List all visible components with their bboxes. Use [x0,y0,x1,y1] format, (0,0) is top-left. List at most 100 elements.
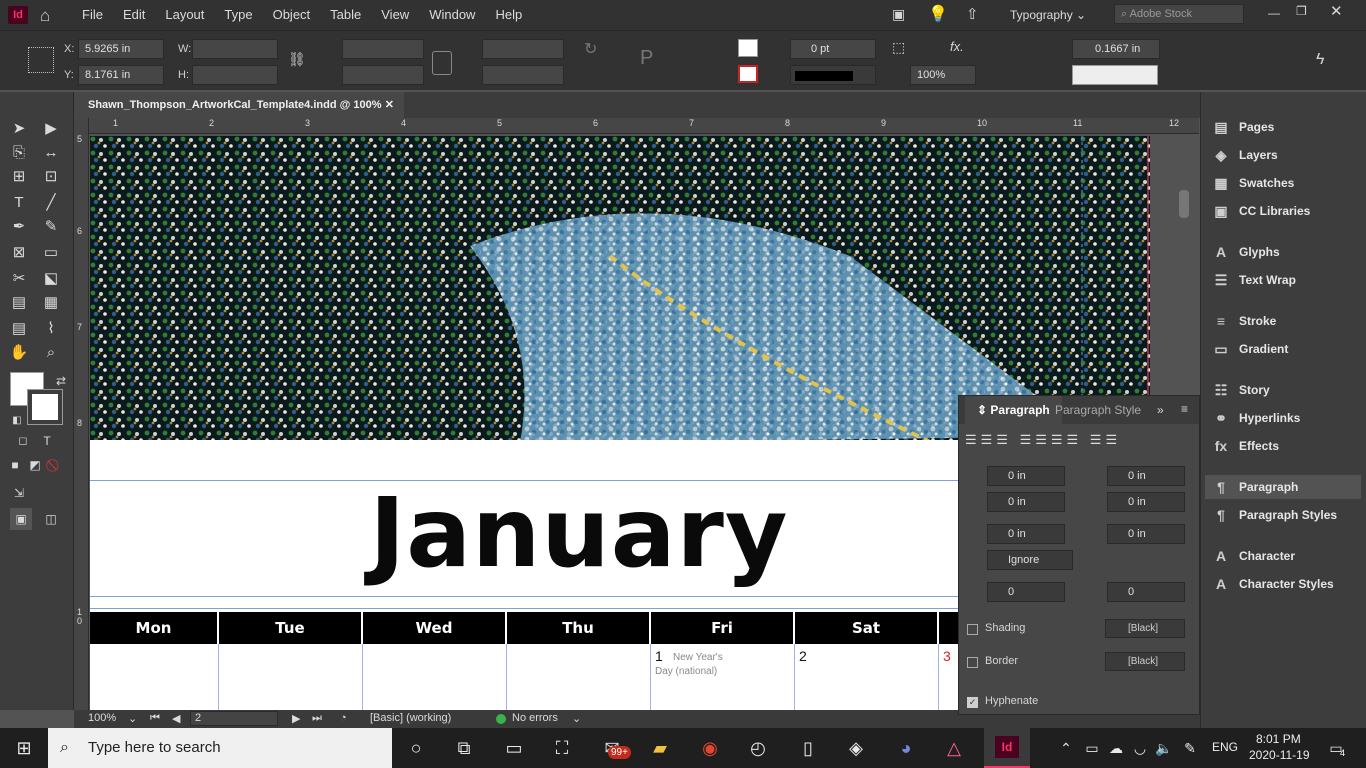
task-view-icon[interactable]: ⧉ [452,736,476,760]
gradient-swatch-tool-icon[interactable]: ▤ [8,292,30,314]
menu-edit[interactable]: Edit [113,0,155,30]
page-number-field[interactable]: 2 [190,711,278,726]
fill-swatch[interactable] [738,39,758,57]
stroke-swatch[interactable] [738,65,758,83]
normal-mode-icon[interactable]: ▣ [10,508,32,530]
page-tool-icon[interactable]: ⎘ [8,142,30,164]
chrome-icon[interactable]: ◉ [698,736,722,760]
panel-glyphs[interactable]: A Glyphs [1211,240,1280,264]
last-line-indent-field[interactable]: 0 in [1107,492,1185,512]
rectangle-frame-tool-icon[interactable]: ⊠ [8,242,30,264]
day-header-thu[interactable]: Thu [507,612,649,644]
day-cell[interactable] [218,644,363,710]
indesign-taskbar-button[interactable]: Id [984,728,1030,768]
menu-view[interactable]: View [371,0,419,30]
formatting-text-icon[interactable]: T [36,430,58,452]
store-icon[interactable]: ⛶ [550,736,574,760]
frame-fitting-select[interactable] [1072,65,1158,85]
lightbulb-icon[interactable]: 💡 [928,4,948,24]
panel-story[interactable]: ☷ Story [1211,378,1270,402]
file-explorer-icon[interactable]: ▰ [648,736,672,760]
day-cell[interactable] [506,644,651,710]
menu-help[interactable]: Help [485,0,532,30]
zoom-tool-icon[interactable]: ⌕ [40,342,62,364]
formatting-container-icon[interactable]: ◻ [12,430,34,452]
line-tool-icon[interactable]: ╱ [40,192,62,214]
tray-chevron-icon[interactable]: ⌃ [1054,736,1078,760]
content-collector-icon[interactable]: ⊞ [8,166,30,188]
panel-pages[interactable]: ▤ Pages [1211,115,1274,139]
apply-none-icon[interactable]: ⃠ [44,454,66,476]
link-icon[interactable] [432,51,452,75]
menu-window[interactable]: Window [419,0,485,30]
onedrive-icon[interactable]: ☁ [1104,736,1128,760]
space-before-field[interactable]: 0 in [987,524,1065,544]
network-icon[interactable]: ◡ [1128,736,1152,760]
gutter-field[interactable]: 0.1667 in [1072,39,1160,59]
menu-file[interactable]: File [72,0,113,30]
effects-fx-icon[interactable]: fx. [950,39,964,54]
day-cell-1[interactable]: 1 New Year's Day (national) [650,644,795,710]
close-button[interactable]: ✕ [1330,2,1343,20]
apply-gradient-icon[interactable]: ◩ [24,454,46,476]
x-field[interactable]: 5.9265 in [78,39,164,59]
prev-page-icon[interactable]: ◀ [172,712,180,725]
p-icon[interactable]: P [640,47,653,70]
day-header-mon[interactable]: Mon [90,612,217,644]
shading-checkbox[interactable] [967,624,978,635]
day-header-tue[interactable]: Tue [219,612,361,644]
panel-character[interactable]: A Character [1211,544,1295,568]
volume-icon[interactable]: 🔈 [1152,736,1176,760]
edit-screen-mode-icon[interactable]: ⇲ [8,482,30,504]
month-title[interactable]: January [89,477,1069,589]
reference-point-icon[interactable] [28,47,54,73]
space-after-field[interactable]: 0 in [1107,524,1185,544]
align-to-grid-select[interactable]: Ignore [987,550,1073,570]
workspace-switcher[interactable]: Typography ⌄ [1010,8,1086,22]
panel-paragraph-styles[interactable]: ¶ Paragraph Styles [1211,503,1337,527]
drop-cap-chars-field[interactable]: 0 [1107,582,1185,602]
panel-effects[interactable]: fx Effects [1211,434,1279,458]
y-field[interactable]: 8.1761 in [78,65,164,85]
frame-icon[interactable]: ⬚ [892,39,905,56]
eyedropper-tool-icon[interactable]: ⌇ [40,318,62,340]
scissors-tool-icon[interactable]: ✂ [8,268,30,290]
cortana-icon[interactable]: ○ [404,736,428,760]
menu-object[interactable]: Object [263,0,321,30]
preflight-icon[interactable]: ◔ [340,712,347,724]
alignment-buttons[interactable]: ☰☰☰ ☰☰☰☰ ☰☰ [965,432,1193,450]
direct-selection-tool-icon[interactable]: ▶ [40,118,62,140]
stroke-type-select[interactable] [790,65,876,85]
panel-menu-icon[interactable]: ≡ [1181,402,1188,416]
scale-x-field[interactable] [342,39,424,59]
panel-layers[interactable]: ◈ Layers [1211,143,1278,167]
type-tool-icon[interactable]: T [8,192,30,214]
zoom-dropdown-icon[interactable]: ⌄ [128,712,137,725]
vertical-scrollbar[interactable] [1179,190,1189,218]
preflight-profile[interactable]: [Basic] (working) [370,712,451,724]
free-transform-tool-icon[interactable]: ⬕ [40,268,62,290]
next-page-icon[interactable]: ▶ [292,712,300,725]
menu-table[interactable]: Table [320,0,371,30]
drop-cap-lines-field[interactable]: 0 [987,582,1065,602]
panel-hyperlinks[interactable]: ⚭ Hyperlinks [1211,406,1300,430]
day-cell[interactable] [362,644,507,710]
menu-layout[interactable]: Layout [155,0,214,30]
day-cell[interactable] [90,644,218,710]
scale-y-field[interactable] [342,65,424,85]
restore-button[interactable]: ❐ [1296,4,1307,18]
shading-color-select[interactable]: [Black] [1105,619,1185,638]
taskbar-search-input[interactable]: ⌕ Type here to search [48,728,392,768]
day-header-fri[interactable]: Fri [651,612,793,644]
gradient-feather-tool-icon[interactable]: ▦ [40,292,62,314]
w-field[interactable] [192,39,278,59]
share-icon[interactable]: ⇧ [966,5,979,23]
day-header-wed[interactable]: Wed [363,612,505,644]
gap-tool-icon[interactable]: ↔ [40,142,62,164]
rectangle-tool-icon[interactable]: ▭ [40,242,62,264]
status-menu-icon[interactable]: ⌄ [572,712,581,725]
left-indent-field[interactable]: 0 in [987,466,1065,486]
panel-stroke[interactable]: ≡ Stroke [1211,309,1276,333]
shear-field[interactable] [482,65,564,85]
tab-paragraph-styles[interactable]: Paragraph Style [1055,396,1147,424]
